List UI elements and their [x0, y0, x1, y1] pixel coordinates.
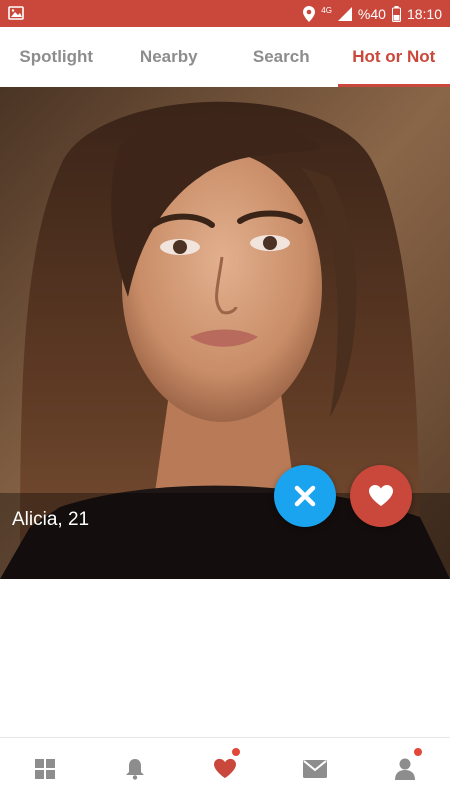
- nav-profile[interactable]: [360, 738, 450, 800]
- bottom-navigation: [0, 737, 450, 800]
- network-type: 4G: [321, 5, 332, 15]
- mail-icon: [303, 760, 327, 778]
- tab-search[interactable]: Search: [225, 27, 338, 87]
- tab-spotlight[interactable]: Spotlight: [0, 27, 113, 87]
- bell-icon: [126, 759, 144, 780]
- user-icon: [395, 758, 415, 780]
- heart-icon: [214, 758, 236, 779]
- top-tabs: Spotlight Nearby Search Hot or Not: [0, 27, 450, 87]
- grid-icon: [35, 759, 55, 779]
- location-icon: [303, 5, 316, 22]
- close-icon: [294, 485, 316, 507]
- battery-icon: [391, 5, 401, 22]
- nav-hot-or-not[interactable]: [180, 738, 270, 800]
- gallery-notification-icon: [8, 5, 24, 21]
- nav-messages[interactable]: [270, 738, 360, 800]
- status-bar: 4G %40 18:10: [0, 0, 450, 27]
- tab-nearby[interactable]: Nearby: [113, 27, 226, 87]
- clock: 18:10: [406, 5, 442, 22]
- signal-icon: [337, 6, 352, 21]
- battery-percent: %40: [357, 5, 386, 22]
- profile-badge: [414, 748, 422, 756]
- profile-name-age: Alicia, 21: [12, 509, 90, 530]
- nav-notifications[interactable]: [90, 738, 240, 800]
- tab-hot-or-not[interactable]: Hot or Not: [337, 27, 450, 87]
- heart-icon: [369, 485, 393, 506]
- like-button[interactable]: [350, 465, 412, 527]
- nav-grid[interactable]: [0, 738, 90, 800]
- dislike-button[interactable]: [274, 465, 336, 527]
